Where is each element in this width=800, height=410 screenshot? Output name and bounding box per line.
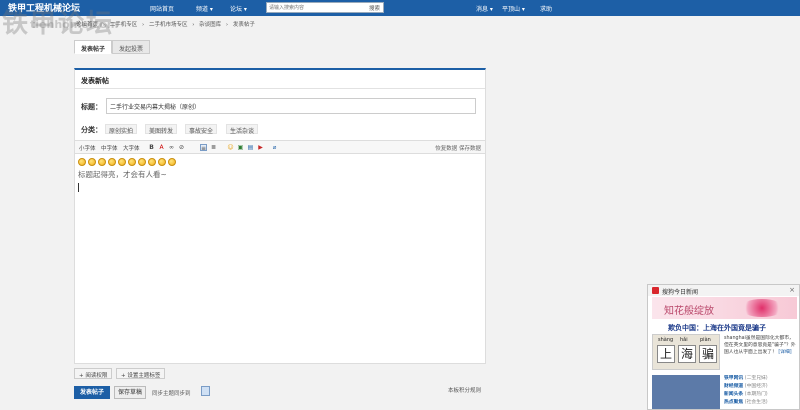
bold-icon[interactable]: B	[148, 144, 155, 151]
tab-new-post[interactable]: 发表帖子	[74, 40, 113, 54]
smiley-emoji-icon	[118, 158, 126, 166]
popup-paragraph: shanghai虽然是国际化大都市，但在英文里的意思竟是"骗子"？外国人也从字面…	[724, 335, 796, 356]
text-caret	[78, 183, 79, 192]
divider	[75, 88, 485, 89]
news-popup: 搜狗今日新闻 × 知花般绽放 欺负中国：上海在外国竟是骗子 shàng hǎi …	[647, 284, 800, 410]
smiley-emoji-icon	[168, 158, 176, 166]
editor-toolbar: 小字体 中字体 大字体 B A ∞ ⊘ ≡ ≣ ☺ ▣ ▤ ▶ ⌀ 恢复数据 保…	[75, 141, 485, 154]
sync-icon[interactable]	[201, 386, 210, 396]
save-draft-button[interactable]: 保存草稿	[114, 386, 146, 399]
site-logo[interactable]: 铁甲工程机械论坛	[8, 1, 80, 14]
crumb-home[interactable]: 论坛首页	[76, 22, 98, 28]
font-small-button[interactable]: 小字体	[79, 144, 96, 152]
unlink-icon[interactable]: ⊘	[178, 144, 185, 151]
category-accident[interactable]: 事故安全	[185, 124, 218, 135]
smiley-emoji-icon	[78, 158, 86, 166]
news-list-item[interactable]: 铁甲网讯 (二宝兄妹)	[724, 375, 796, 383]
rich-text-editor: 小字体 中字体 大字体 B A ∞ ⊘ ≡ ≣ ☺ ▣ ▤ ▶ ⌀ 恢复数据 保…	[75, 140, 485, 364]
hanzi-2: 海	[678, 345, 696, 363]
smiley-emoji-icon	[148, 158, 156, 166]
hanzi-3: 骗	[699, 345, 717, 363]
search-button[interactable]: 搜索	[369, 4, 380, 12]
nav-forum[interactable]: 论坛 ▾	[230, 4, 247, 13]
crumb-sep: ›	[225, 22, 229, 28]
title-label: 标题：	[81, 103, 102, 111]
align-center-icon[interactable]: ≣	[210, 144, 217, 151]
crumb-market[interactable]: 二手机市场专区	[149, 22, 188, 28]
emoji-icon[interactable]: ☺	[227, 144, 234, 151]
category-label: 分类：	[81, 126, 102, 134]
submit-post-button[interactable]: 发表帖子	[74, 386, 110, 399]
restore-save-data[interactable]: 恢复数据 保存数据	[435, 144, 481, 152]
category-original[interactable]: 原创实拍	[105, 124, 138, 135]
popup-news-image[interactable]: shàng hǎi piàn 上 海 骗	[652, 334, 720, 370]
top-navbar: 铁甲工程机械论坛 网站首页 频道 ▾ 论坛 ▾ 搜索 消息 ▾ 平顶山 ▾ 求助	[0, 0, 800, 16]
popup-banner[interactable]: 知花般绽放	[652, 297, 797, 319]
video-icon[interactable]: ▶	[257, 144, 264, 151]
more-link[interactable]: [详细]	[778, 350, 791, 355]
smiley-emoji-icon	[128, 158, 136, 166]
sync-label: 同步主题同步到	[152, 391, 191, 397]
flower-image	[740, 299, 784, 317]
crumb-sep: ›	[192, 22, 195, 28]
crumb-sep: ›	[141, 22, 145, 28]
crumb-sep: ›	[102, 22, 105, 28]
hanzi-1: 上	[657, 345, 675, 363]
popup-headline[interactable]: 欺负中国：上海在外国竟是骗子	[668, 323, 766, 333]
breadcrumb: 论坛首页 › 二手机专区 › 二手机市场专区 › 杂谈图库 › 发表帖子	[76, 20, 258, 28]
popup-header: 搜狗今日新闻 ×	[648, 285, 799, 296]
editor-body-text[interactable]: 标题起得亮，才会有人看~	[78, 169, 167, 180]
attach-icon[interactable]: ⌀	[271, 144, 278, 151]
nav-home[interactable]: 网站首页	[150, 4, 174, 13]
category-life[interactable]: 生活杂谈	[226, 124, 259, 135]
read-permission-button[interactable]: + 阅读权限	[74, 368, 113, 379]
title-input[interactable]	[106, 98, 476, 114]
points-rules-link[interactable]: 本板积分规则	[448, 386, 481, 394]
sogou-logo-icon	[652, 287, 659, 294]
crumb-current: 发表帖子	[232, 22, 255, 28]
tab-new-poll[interactable]: 发起投票	[112, 40, 151, 54]
category-repost[interactable]: 美图转发	[145, 124, 178, 135]
font-color-icon[interactable]: A	[158, 144, 165, 151]
attachment-image-icon[interactable]: ▤	[247, 144, 254, 151]
search-box: 搜索	[266, 2, 384, 13]
smiley-emoji-icon	[138, 158, 146, 166]
nav-help[interactable]: 求助	[540, 4, 552, 13]
search-input[interactable]	[269, 4, 349, 12]
news-list-item[interactable]: 财经频道 (中国经济)	[724, 383, 796, 391]
smiley-emoji-icon	[98, 158, 106, 166]
pinyin-3: piàn	[700, 337, 711, 343]
align-left-icon[interactable]: ≡	[200, 144, 207, 152]
pinyin-2: hǎi	[680, 337, 688, 343]
smiley-emoji-icon	[88, 158, 96, 166]
smiley-emoji-icon	[108, 158, 116, 166]
form-heading: 发表新帖	[81, 77, 109, 85]
nav-channel[interactable]: 频道 ▾	[196, 4, 213, 13]
news-list-item[interactable]: 热点聚焦 (社会生活)	[724, 399, 796, 407]
popup-news-list: 铁甲网讯 (二宝兄妹) 财经频道 (中国经济) 新闻头条 (本期热门) 热点聚焦…	[724, 375, 796, 407]
font-medium-button[interactable]: 中字体	[101, 144, 118, 152]
news-list-item[interactable]: 新闻头条 (本期热门)	[724, 391, 796, 399]
font-large-button[interactable]: 大字体	[123, 144, 140, 152]
popup-title: 搜狗今日新闻	[662, 289, 699, 296]
smiley-emoji-icon	[158, 158, 166, 166]
post-form-panel: 发表新帖 标题： 分类： 原创实拍 美图转发 事故安全 生活杂谈 小字体 中字体…	[74, 68, 486, 364]
image-icon[interactable]: ▣	[237, 144, 244, 151]
close-icon[interactable]: ×	[789, 286, 795, 294]
banner-text: 知花般绽放	[664, 306, 714, 317]
popup-thumb-image[interactable]	[652, 375, 720, 409]
pinyin-1: shàng	[658, 337, 674, 343]
crumb-used-zone[interactable]: 二手机专区	[110, 22, 138, 28]
nav-messages[interactable]: 消息 ▾	[476, 4, 493, 13]
nav-location[interactable]: 平顶山 ▾	[502, 4, 525, 13]
set-tags-button[interactable]: + 设置主题标签	[116, 368, 166, 379]
crumb-gallery[interactable]: 杂谈图库	[199, 22, 221, 28]
link-icon[interactable]: ∞	[168, 144, 175, 151]
